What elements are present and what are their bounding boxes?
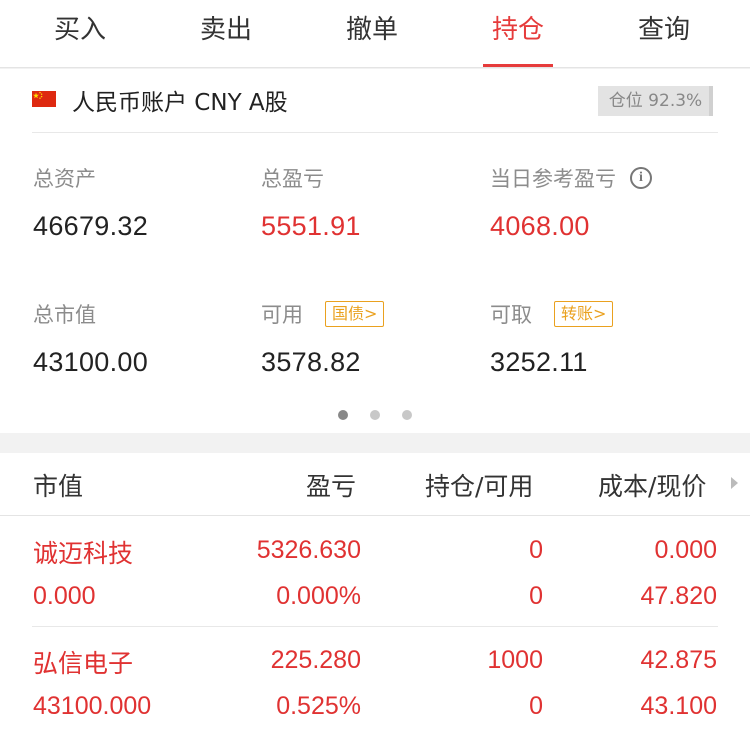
header-pnl[interactable]: 盈亏 bbox=[306, 467, 356, 503]
chevron-right-icon[interactable] bbox=[731, 477, 738, 489]
daily-pnl-label: 当日参考盈亏 bbox=[490, 167, 616, 191]
available-label: 可用 bbox=[261, 303, 303, 327]
stock-pnl: 5326.630 bbox=[256, 536, 361, 564]
total-pnl-label: 总盈亏 bbox=[261, 167, 324, 191]
metric-market-value: 总市值 43100.00 bbox=[33, 299, 148, 378]
total-assets-value: 46679.32 bbox=[33, 211, 149, 241]
table-row[interactable]: 诚迈科技 5326.630 0 0.000 0.000 0.000% 0 47.… bbox=[0, 517, 750, 627]
stock-market-value: 0.000 bbox=[33, 582, 96, 610]
stock-cost: 0.000 bbox=[654, 536, 717, 564]
stock-pnl-pct: 0.000% bbox=[276, 582, 361, 610]
metric-available: 可用 国债> 3578.82 bbox=[261, 299, 385, 378]
total-pnl-value: 5551.91 bbox=[261, 211, 361, 241]
header-cost-price[interactable]: 成本/现价 bbox=[598, 467, 706, 503]
withdrawable-value: 3252.11 bbox=[490, 347, 588, 377]
available-label-row: 可用 国债> bbox=[261, 299, 385, 329]
metric-total-pnl: 总盈亏 5551.91 bbox=[261, 163, 361, 242]
tab-holdings[interactable]: 持仓 bbox=[458, 0, 578, 68]
tab-buy[interactable]: 买入 bbox=[20, 0, 140, 68]
tab-bar: 买入 卖出 撤单 持仓 查询 bbox=[0, 0, 750, 68]
stock-pnl: 225.280 bbox=[270, 646, 361, 674]
transfer-button[interactable]: 转账> bbox=[554, 301, 614, 327]
page-dot[interactable] bbox=[402, 410, 412, 420]
stock-position: 0 bbox=[529, 536, 543, 564]
stock-cost: 42.875 bbox=[640, 646, 717, 674]
header-market-value[interactable]: 市值 bbox=[33, 467, 83, 503]
withdrawable-label-row: 可取 转账> bbox=[490, 299, 614, 329]
stock-name: 弘信电子 bbox=[33, 649, 134, 678]
holdings-table: 市值 盈亏 持仓/可用 成本/现价 诚迈科技 5326.630 0 0.000 … bbox=[0, 453, 750, 738]
info-icon[interactable]: i bbox=[630, 167, 652, 189]
holdings-header: 市值 盈亏 持仓/可用 成本/现价 bbox=[0, 453, 750, 516]
metric-total-assets: 总资产 46679.32 bbox=[33, 163, 148, 242]
stock-market-value: 43100.000 bbox=[33, 692, 152, 720]
account-summary[interactable]: 人民币账户 CNY A股 仓位 92.3% 总资产 46679.32 总盈亏 5… bbox=[0, 69, 750, 433]
market-value-label: 总市值 bbox=[33, 303, 96, 327]
stock-available: 0 bbox=[529, 692, 543, 720]
stock-position: 1000 bbox=[487, 646, 543, 674]
daily-pnl-value: 4068.00 bbox=[490, 211, 590, 241]
active-tab-indicator bbox=[483, 64, 553, 67]
market-value-value: 43100.00 bbox=[33, 347, 149, 377]
page-dot[interactable] bbox=[370, 410, 380, 420]
daily-pnl-label-row: 当日参考盈亏 i bbox=[490, 163, 652, 193]
tab-cancel[interactable]: 撤单 bbox=[312, 0, 432, 68]
header-position[interactable]: 持仓/可用 bbox=[425, 467, 533, 503]
total-assets-label: 总资产 bbox=[33, 167, 96, 191]
account-title: 人民币账户 CNY A股 bbox=[72, 90, 288, 116]
stock-pnl-pct: 0.525% bbox=[276, 692, 361, 720]
available-value: 3578.82 bbox=[261, 347, 361, 377]
metric-withdrawable: 可取 转账> 3252.11 bbox=[490, 299, 614, 378]
tab-query[interactable]: 查询 bbox=[604, 0, 724, 68]
table-row[interactable]: 弘信电子 225.280 1000 42.875 43100.000 0.525… bbox=[0, 627, 750, 737]
account-header: 人民币账户 CNY A股 仓位 92.3% bbox=[0, 69, 750, 133]
stock-price: 47.820 bbox=[640, 582, 717, 610]
divider bbox=[32, 132, 718, 133]
position-ratio-badge: 仓位 92.3% bbox=[598, 86, 716, 116]
tab-sell[interactable]: 卖出 bbox=[166, 0, 286, 68]
treasury-bond-button[interactable]: 国债> bbox=[325, 301, 385, 327]
stock-available: 0 bbox=[529, 582, 543, 610]
page-indicator[interactable] bbox=[0, 409, 750, 421]
china-flag-icon bbox=[32, 91, 56, 107]
withdrawable-label: 可取 bbox=[490, 303, 532, 327]
metric-daily-pnl: 当日参考盈亏 i 4068.00 bbox=[490, 163, 652, 242]
stock-name: 诚迈科技 bbox=[33, 539, 134, 568]
page-dot[interactable] bbox=[338, 410, 348, 420]
stock-price: 43.100 bbox=[640, 692, 717, 720]
